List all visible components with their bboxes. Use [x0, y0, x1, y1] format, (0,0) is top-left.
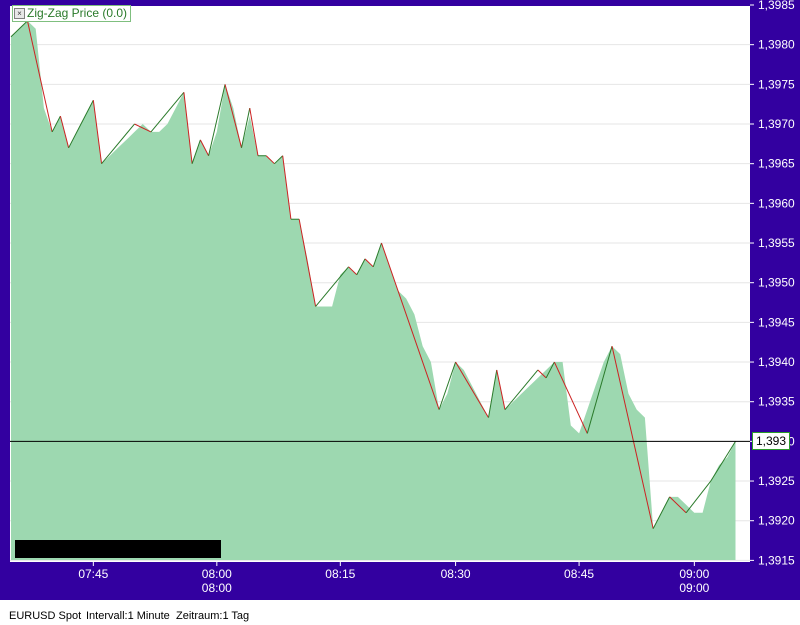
x-tick-label: 08:15 — [325, 567, 355, 581]
x-tick-label: 09:00 — [679, 567, 709, 581]
redaction-bar — [15, 540, 221, 558]
current-price-marker: 1,393 — [752, 432, 791, 451]
price-chart[interactable]: 1,3985 1,3980 1,3975 1,3970 1,3965 1,3960 1,39… — [0, 0, 800, 600]
y-tick-label: 1,3955 — [758, 236, 795, 250]
y-tick-label: 1,3945 — [758, 315, 795, 329]
symbol-label: EURUSD Spot — [9, 610, 82, 622]
y-tick-label: 1,3920 — [758, 514, 795, 528]
y-tick-label: 1,3965 — [758, 157, 795, 171]
close-box-icon[interactable]: × — [14, 8, 25, 20]
y-tick-label: 1,3970 — [758, 117, 795, 131]
x-tick-date-label: 08:00 — [202, 581, 232, 595]
status-bar: EURUSD Spot Intervall:1 Minute Zeitraum:… — [0, 600, 800, 625]
x-tick-label: 08:30 — [441, 567, 471, 581]
y-tick-label: 1,3960 — [758, 196, 795, 210]
y-tick-label: 1,3915 — [758, 553, 795, 567]
x-tick-label: 07:45 — [78, 567, 108, 581]
x-tick-date-label: 09:00 — [679, 581, 709, 595]
x-tick-label: 08:45 — [564, 567, 594, 581]
y-tick-label: 1,3980 — [758, 38, 795, 52]
range-label: Zeitraum:1 Tag — [176, 610, 250, 622]
legend-label: Zig-Zag Price (0.0) — [27, 6, 128, 20]
y-tick-label: 1,3975 — [758, 77, 795, 91]
y-tick-label: 1,3925 — [758, 474, 795, 488]
legend[interactable]: × Zig-Zag Price (0.0) — [12, 5, 132, 22]
y-tick-label: 1,3985 — [758, 0, 795, 12]
interval-label: Intervall:1 Minute — [86, 610, 170, 622]
y-tick-label: 1,3950 — [758, 276, 795, 290]
y-tick-label: 1,3940 — [758, 355, 795, 369]
y-tick-label: 1,3935 — [758, 395, 795, 409]
x-tick-label: 08:00 — [202, 567, 232, 581]
